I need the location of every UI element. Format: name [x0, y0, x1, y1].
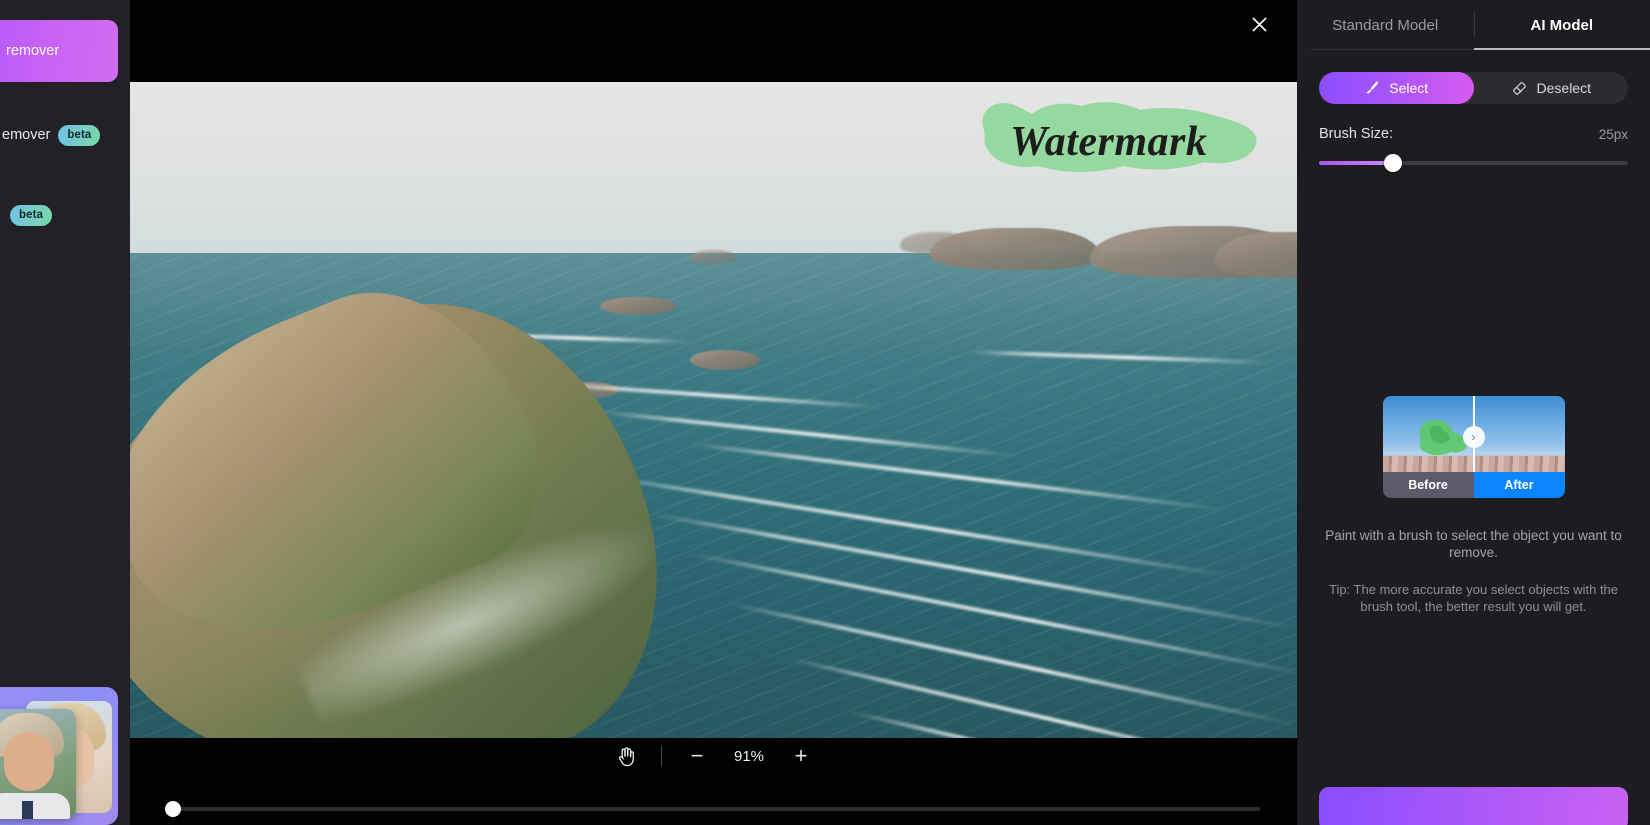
- brush-size-value: 25px: [1598, 126, 1628, 142]
- sidebar-promo-button[interactable]: remover: [0, 20, 118, 82]
- left-sidebar: remover emover beta beta: [0, 0, 130, 825]
- sidebar-item-secondary[interactable]: beta: [0, 200, 130, 230]
- preview-before-image: [1382, 396, 1474, 472]
- beta-badge: beta: [10, 204, 53, 226]
- select-tool-label: Select: [1389, 80, 1429, 96]
- zoom-toolbar: − 91% +: [130, 731, 1297, 781]
- tools-panel: Standard Model AI Model Select Deselect …: [1297, 0, 1650, 825]
- image-canvas[interactable]: Watermark: [130, 82, 1297, 738]
- zoom-level-value: 91%: [733, 747, 765, 765]
- preview-after-image: [1473, 396, 1565, 472]
- promo-photo-primary: [0, 709, 76, 819]
- preview-slider-knob[interactable]: ›: [1462, 426, 1485, 448]
- sidebar-item-label: emover: [2, 127, 51, 143]
- sidebar-promo-card[interactable]: [0, 687, 118, 825]
- zoom-in-button[interactable]: +: [784, 739, 818, 773]
- tab-label: AI Model: [1530, 16, 1594, 34]
- tab-standard-model[interactable]: Standard Model: [1297, 0, 1474, 50]
- select-deselect-toggle: Select Deselect: [1319, 72, 1628, 104]
- tab-ai-model[interactable]: AI Model: [1474, 0, 1650, 50]
- slider-thumb[interactable]: [1384, 154, 1403, 172]
- sidebar-item-watermark-remover[interactable]: emover beta: [0, 120, 130, 150]
- beta-badge: beta: [58, 124, 101, 146]
- brush-size-slider[interactable]: [1319, 154, 1628, 172]
- panel-hint-text: Paint with a brush to select the object …: [1325, 528, 1622, 560]
- sidebar-promo-label: remover: [6, 43, 60, 59]
- model-tabs: Standard Model AI Model: [1297, 0, 1650, 50]
- tab-label: Standard Model: [1332, 16, 1439, 34]
- toolbar-divider: [661, 746, 662, 766]
- panel-tip-text: Tip: The more accurate you select object…: [1328, 582, 1619, 614]
- brush-size-row: Brush Size: 25px: [1319, 126, 1628, 142]
- primary-action-button[interactable]: [1319, 787, 1628, 825]
- scrollbar-thumb[interactable]: [165, 801, 181, 817]
- select-tool-button[interactable]: Select: [1319, 72, 1474, 104]
- tabs-active-indicator: [1473, 48, 1650, 50]
- preview-bird-mask: [1419, 419, 1467, 455]
- editor-modal: Watermark − 91% + Standard Model AI Mode…: [130, 0, 1650, 825]
- zoom-out-button[interactable]: −: [680, 739, 714, 773]
- canvas-area: Watermark − 91% +: [130, 0, 1297, 825]
- eraser-icon: [1511, 80, 1528, 97]
- app-root: remover emover beta beta Watermark − 91%…: [0, 0, 1650, 825]
- horizontal-scrollbar[interactable]: [165, 801, 1260, 817]
- before-after-preview[interactable]: › Before After: [1382, 396, 1565, 498]
- preview-after-label: After: [1473, 472, 1565, 498]
- coastline-photo: [130, 82, 1297, 738]
- preview-labels: Before After: [1382, 472, 1565, 498]
- slider-fill: [1319, 161, 1394, 165]
- brush-size-label: Brush Size:: [1319, 126, 1394, 142]
- preview-before-label: Before: [1382, 472, 1474, 498]
- deselect-tool-label: Deselect: [1536, 80, 1591, 96]
- brush-icon: [1364, 80, 1380, 96]
- hand-icon[interactable]: [609, 739, 643, 773]
- deselect-tool-button[interactable]: Deselect: [1474, 72, 1629, 104]
- watermark-text: Watermark: [1010, 119, 1208, 165]
- close-icon[interactable]: [1245, 10, 1273, 38]
